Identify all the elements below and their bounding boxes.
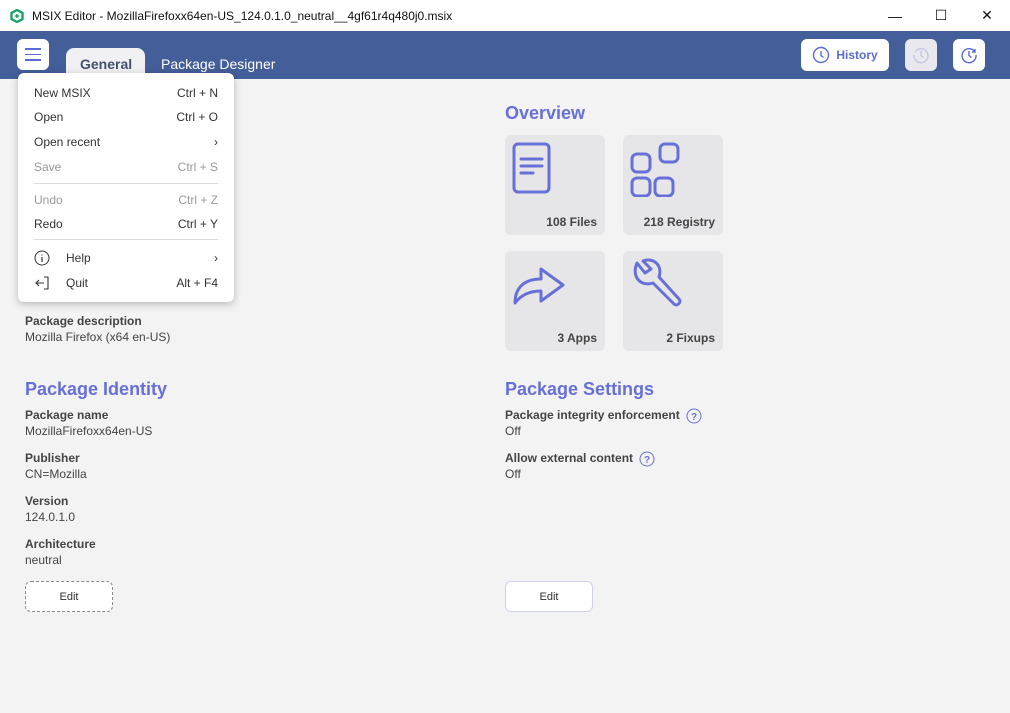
- menu-shortcut: Alt + F4: [176, 276, 218, 290]
- menu-shortcut: Ctrl + N: [176, 86, 218, 100]
- package-description-value: Mozilla Firefox (x64 en-US): [25, 330, 171, 344]
- menu-item-open-recent[interactable]: Open recent ›: [34, 132, 218, 152]
- menu-item-redo[interactable]: Redo Ctrl + Y: [34, 214, 218, 234]
- menu-item-save[interactable]: Save Ctrl + S: [34, 157, 218, 177]
- menu-label: Redo: [34, 217, 63, 231]
- app-bar: General Package Designer History: [0, 31, 1010, 79]
- undo-history-button[interactable]: [905, 39, 937, 71]
- overview-heading: Overview: [505, 103, 586, 123]
- menu-divider: [34, 239, 218, 240]
- package-settings-heading: Package Settings: [505, 379, 655, 399]
- apps-tile[interactable]: 3 Apps: [505, 251, 605, 351]
- document-icon: [512, 142, 551, 194]
- app-logo-icon: [10, 8, 24, 23]
- fixups-tile[interactable]: 2 Fixups: [623, 251, 723, 351]
- menu-shortcut: Ctrl + Y: [177, 217, 218, 231]
- files-tile[interactable]: 108 Files: [505, 135, 605, 235]
- svg-text:?: ?: [644, 455, 650, 466]
- external-label-text: Allow external content: [505, 451, 634, 466]
- architecture-label: Architecture: [25, 537, 96, 551]
- menu-item-undo[interactable]: Undo Ctrl + Z: [34, 190, 218, 210]
- files-count: 108 Files: [546, 215, 597, 229]
- publisher-label: Publisher: [25, 451, 80, 465]
- registry-tile[interactable]: 218 Registry: [623, 135, 723, 235]
- integrity-enforcement-value: Off: [505, 424, 521, 438]
- edit-settings-button[interactable]: Edit: [505, 581, 593, 612]
- redo-history-button[interactable]: [953, 39, 985, 71]
- integrity-label-text: Package integrity enforcement: [505, 408, 680, 423]
- menu-label: Quit: [66, 276, 89, 290]
- package-name-label: Package name: [25, 408, 109, 422]
- minimize-button[interactable]: —: [872, 0, 918, 31]
- svg-text:?: ?: [691, 412, 697, 423]
- help-icon[interactable]: ?: [686, 408, 702, 424]
- hamburger-menu-button[interactable]: [17, 39, 49, 70]
- publisher-value: CN=Mozilla: [25, 467, 87, 481]
- menu-item-quit[interactable]: Quit Alt + F4: [34, 273, 218, 293]
- registry-count: 218 Registry: [643, 215, 715, 229]
- apps-count: 3 Apps: [557, 331, 597, 345]
- window-title: MSIX Editor - MozillaFirefoxx64en-US_124…: [32, 8, 453, 23]
- history-label: History: [836, 48, 878, 62]
- menu-item-help[interactable]: Help ›: [34, 248, 218, 268]
- menu-label: Open: [34, 110, 64, 124]
- version-label: Version: [25, 494, 69, 508]
- clock-icon: [813, 46, 830, 64]
- external-content-value: Off: [505, 467, 521, 481]
- close-button[interactable]: ✕: [964, 0, 1010, 31]
- menu-label: Help: [66, 251, 91, 265]
- edit-identity-button[interactable]: Edit: [25, 581, 113, 612]
- integrity-enforcement-label: Package integrity enforcement?: [505, 408, 702, 424]
- exit-icon: [35, 276, 49, 290]
- history-forward-icon: [961, 47, 977, 64]
- history-back-icon: [913, 47, 929, 64]
- title-bar: MSIX Editor - MozillaFirefoxx64en-US_124…: [0, 0, 1010, 31]
- menu-item-new-msix[interactable]: New MSIX Ctrl + N: [34, 83, 218, 103]
- maximize-button[interactable]: ☐: [918, 0, 964, 31]
- share-arrow-icon: [513, 267, 565, 305]
- external-content-label: Allow external content?: [505, 451, 655, 467]
- menu-shortcut: Ctrl + Z: [178, 193, 218, 207]
- architecture-value: neutral: [25, 553, 62, 567]
- history-button[interactable]: History: [801, 39, 889, 71]
- menu-shortcut: Ctrl + O: [176, 110, 218, 124]
- help-icon[interactable]: ?: [639, 451, 655, 467]
- package-identity-heading: Package Identity: [25, 379, 168, 399]
- package-name-value: MozillaFirefoxx64en-US: [25, 424, 153, 438]
- menu-divider: [34, 183, 218, 184]
- info-icon: [34, 250, 50, 266]
- menu-label: Open recent: [34, 135, 101, 149]
- fixups-count: 2 Fixups: [666, 331, 715, 345]
- menu-label: Save: [34, 160, 62, 174]
- chevron-right-icon: ›: [214, 251, 218, 265]
- menu-shortcut: Ctrl + S: [177, 160, 218, 174]
- version-value: 124.0.1.0: [25, 510, 76, 524]
- menu-label: Undo: [34, 193, 63, 207]
- package-description-label: Package description: [25, 314, 142, 328]
- menu-item-open[interactable]: Open Ctrl + O: [34, 107, 218, 127]
- registry-icon: [630, 142, 680, 197]
- menu-label: New MSIX: [34, 86, 91, 100]
- main-menu: New MSIX Ctrl + N Open Ctrl + O Open recen…: [18, 73, 234, 302]
- wrench-icon: [633, 258, 682, 307]
- chevron-right-icon: ›: [214, 135, 218, 149]
